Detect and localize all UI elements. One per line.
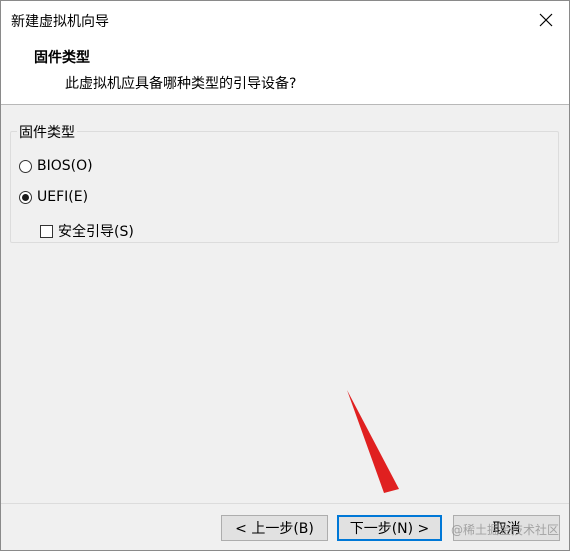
next-button[interactable]: 下一步(N) > bbox=[337, 515, 442, 541]
footer-divider bbox=[1, 503, 569, 504]
wizard-window: 新建虚拟机向导 固件类型 此虚拟机应具备哪种类型的引导设备? 固件类型 BIOS… bbox=[0, 0, 570, 551]
annotation-arrow-icon bbox=[347, 390, 399, 493]
back-button[interactable]: < 上一步(B) bbox=[221, 515, 328, 541]
watermark: @稀土掘金技术社区 bbox=[451, 523, 560, 537]
